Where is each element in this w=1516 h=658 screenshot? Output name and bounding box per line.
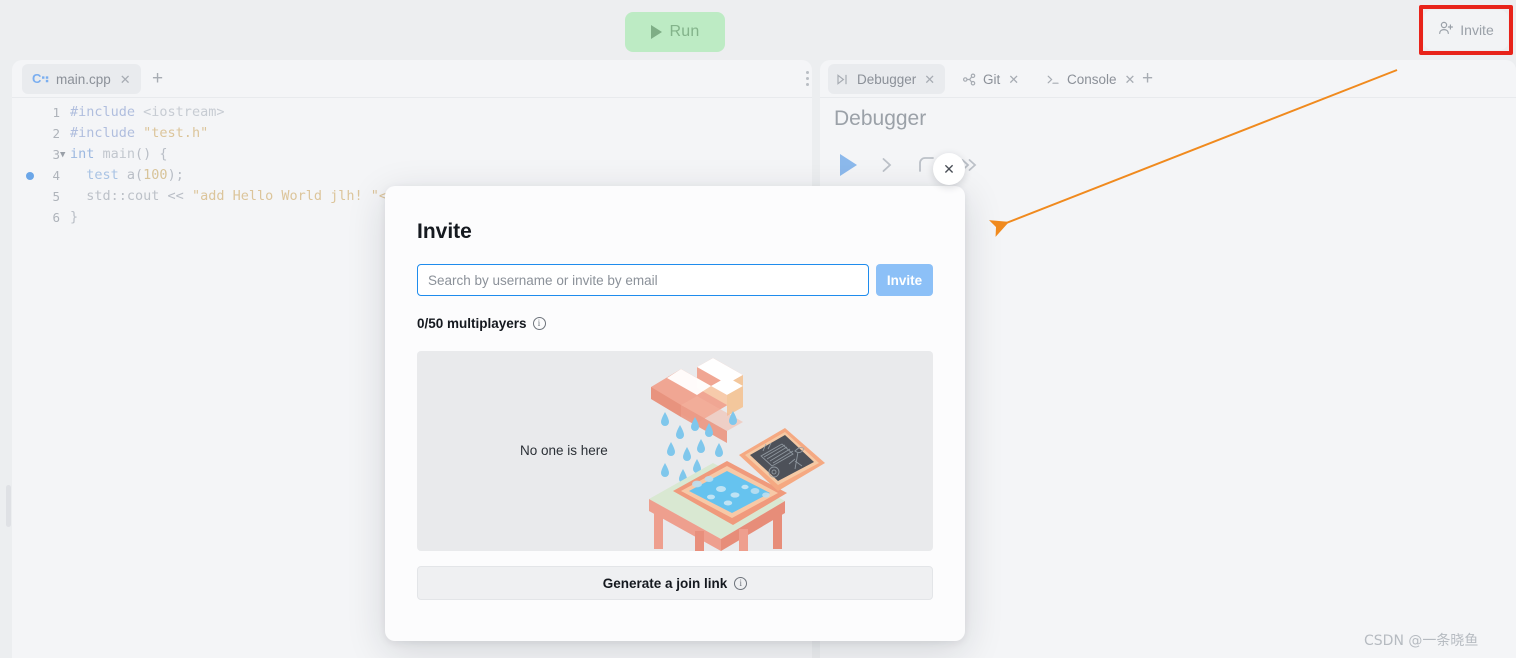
invite-dialog: ✕ Invite Invite 0/50 multiplayers i No o…	[385, 153, 965, 641]
line-number: 1	[52, 105, 60, 120]
editor-tab-bar: C⠲ main.cpp ✕ +	[6, 60, 812, 527]
tab-console-label: Console	[1067, 71, 1117, 87]
editor-more-vertical-icon[interactable]	[806, 71, 809, 89]
line-number: 5	[52, 189, 60, 204]
tab-debugger[interactable]: Debugger ✕	[828, 64, 946, 94]
run-button[interactable]: Run	[625, 12, 725, 52]
code-token: main	[102, 146, 136, 162]
code-token: );	[167, 167, 184, 183]
generate-join-link-label: Generate a join link	[602, 575, 728, 591]
line-number: 3	[52, 147, 60, 162]
modal-close-icon[interactable]: ✕	[933, 153, 965, 185]
debug-step-over-button[interactable]	[879, 155, 895, 175]
generate-join-link-button[interactable]: Generate a join link i	[417, 566, 933, 600]
tab-console-close-icon[interactable]: ✕	[1123, 73, 1138, 86]
editor-add-tab-plus-icon[interactable]: +	[152, 69, 163, 88]
cpp-file-icon: C⠲	[32, 71, 50, 86]
code-line[interactable]: 3 ▼ int main() {	[12, 144, 812, 165]
code-line[interactable]: 4 test a(100);	[12, 165, 812, 186]
panel-tab-bar: Debugger ✕ Git ✕ Console ✕ +	[820, 60, 1516, 98]
empty-state-panel: No one is here	[417, 351, 933, 551]
code-token: int	[70, 146, 95, 162]
play-icon	[840, 154, 857, 176]
code-line-text: #include <iostream>	[70, 102, 224, 123]
code-token: "test.h"	[143, 125, 209, 141]
code-token: 100	[143, 167, 168, 183]
git-branch-icon	[962, 72, 977, 86]
invite-button[interactable]: Invite	[1424, 10, 1508, 50]
info-icon[interactable]: i	[734, 576, 748, 590]
multiplayer-count: 0/50 multiplayers i	[417, 316, 546, 331]
rain-on-laptop-isometric-illustration	[649, 358, 825, 551]
play-triangle-icon	[650, 25, 662, 39]
line-number: 4	[52, 168, 60, 183]
debug-continue-button[interactable]	[840, 154, 857, 176]
watermark: CSDN @一条晓鱼	[1364, 633, 1479, 649]
line-number: 2	[52, 126, 60, 141]
terminal-icon	[1046, 73, 1061, 86]
editor-tab-label: main.cpp	[56, 71, 111, 87]
chevron-right-icon	[882, 158, 892, 172]
tab-console[interactable]: Console ✕	[1038, 64, 1145, 94]
run-button-label: Run	[669, 23, 700, 40]
invite-search-input[interactable]	[417, 264, 869, 296]
empty-state-label: No one is here	[520, 443, 608, 458]
info-icon[interactable]: i	[532, 317, 546, 330]
code-token: #include	[70, 125, 136, 141]
editor-vertical-scrollbar[interactable]	[6, 485, 11, 527]
dialog-title: Invite	[417, 220, 472, 243]
tab-debugger-label: Debugger	[857, 71, 917, 87]
tab-git-label: Git	[983, 71, 1001, 87]
code-token: <iostream>	[143, 104, 225, 120]
invite-button-label: Invite	[1460, 22, 1494, 38]
invite-submit-button[interactable]: Invite	[876, 264, 933, 296]
top-toolbar: Run Invite	[0, 0, 1516, 60]
code-line-text: }	[70, 207, 78, 228]
tab-git-close-icon[interactable]: ✕	[1006, 73, 1021, 86]
code-line-text: std::cout << "add Hello World jlh! "<	[70, 186, 387, 207]
code-token: "add Hello World jlh! "<	[191, 188, 388, 204]
code-line[interactable]: 1 #include <iostream>	[12, 102, 812, 123]
code-token: <<	[159, 188, 192, 204]
editor-tab-main-cpp[interactable]: C⠲ main.cpp ✕	[22, 64, 141, 94]
code-line[interactable]: 2 #include "test.h"	[12, 123, 812, 144]
code-line-text: test a(100);	[70, 165, 184, 186]
code-line-text: #include "test.h"	[70, 123, 208, 144]
code-token: a(	[118, 167, 144, 183]
app-root: Run Invite C⠲ main.cpp ✕ + 1 #include <i…	[0, 0, 1516, 658]
code-token: std::cout	[86, 188, 160, 204]
code-token: test	[86, 167, 119, 183]
panel-add-tab-plus-icon[interactable]: +	[1142, 69, 1153, 88]
person-add-icon	[1438, 20, 1454, 41]
editor-tab-close-icon[interactable]: ✕	[118, 73, 133, 86]
tab-git[interactable]: Git ✕	[954, 64, 1029, 94]
code-token: }	[70, 209, 79, 225]
code-line-text: int main() {	[70, 144, 168, 165]
multiplayer-count-label: 0/50 multiplayers	[417, 316, 527, 331]
code-token: () {	[135, 146, 168, 162]
debugger-heading: Debugger	[834, 107, 927, 130]
debugger-icon	[836, 73, 851, 86]
code-token: #include	[70, 104, 136, 120]
line-number: 6	[52, 210, 60, 225]
tab-debugger-close-icon[interactable]: ✕	[922, 73, 937, 86]
